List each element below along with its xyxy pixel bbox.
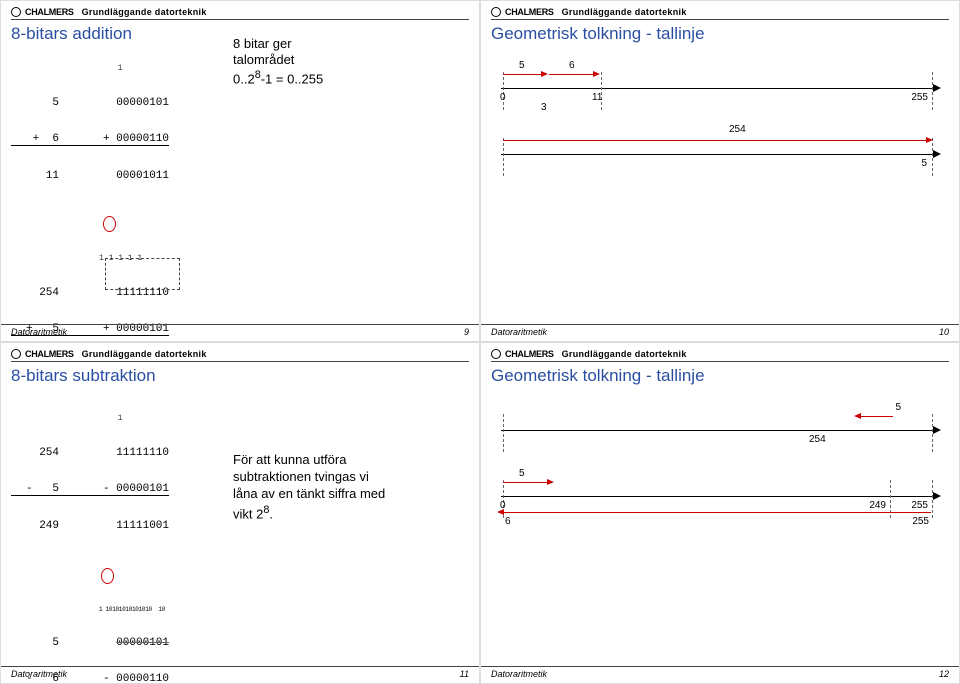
slide-10: CHALMERS Grundläggande datorteknik Geome… bbox=[480, 0, 960, 342]
nl-axis bbox=[501, 430, 935, 431]
logo-ring-icon bbox=[11, 7, 21, 17]
slide-footer: Datoraritmetik 9 bbox=[1, 324, 479, 337]
slide-body: För att kunna utföra subtraktionen tving… bbox=[1, 390, 479, 684]
number-line-1: 0 11 255 5 6 3 bbox=[491, 62, 949, 114]
arrow-right-icon bbox=[933, 150, 941, 158]
logo: CHALMERS bbox=[491, 349, 554, 359]
slide-body: 8 bitar ger talområdet 0..28-1 = 0..255 … bbox=[1, 40, 479, 342]
slide-body: 0 11 255 5 6 3 254 5 bbox=[481, 62, 959, 180]
slide-12: CHALMERS Grundläggande datorteknik Geome… bbox=[480, 342, 960, 684]
range-note: 8 bitar ger talområdet 0..28-1 = 0..255 bbox=[233, 36, 323, 87]
arrow-right-icon bbox=[933, 426, 941, 434]
logo-ring-icon bbox=[491, 349, 501, 359]
course-title: Grundläggande datorteknik bbox=[82, 7, 207, 17]
slide-footer: Datoraritmetik 12 bbox=[481, 666, 959, 679]
page-number: 10 bbox=[939, 327, 949, 337]
header-rule bbox=[11, 19, 469, 20]
page-number: 11 bbox=[460, 669, 469, 679]
arrow-right-icon bbox=[933, 84, 941, 92]
number-line-1: 254 5 bbox=[491, 404, 949, 456]
arc-arrow-left-icon bbox=[854, 413, 861, 419]
slide-title: Geometrisk tolkning - tallinje bbox=[491, 24, 949, 44]
arc-arrow-icon bbox=[926, 137, 933, 143]
slide-title: 8-bitars subtraktion bbox=[11, 366, 469, 386]
slide-header: CHALMERS Grundläggande datorteknik bbox=[1, 1, 479, 19]
number-line-2: 254 5 bbox=[491, 128, 949, 180]
header-rule bbox=[11, 361, 469, 362]
logo-ring-icon bbox=[491, 7, 501, 17]
footer-label: Datoraritmetik bbox=[491, 669, 547, 679]
logo-text: CHALMERS bbox=[505, 7, 554, 17]
slide-footer: Datoraritmetik 11 bbox=[1, 666, 479, 679]
logo-text: CHALMERS bbox=[25, 7, 74, 17]
slide-11: CHALMERS Grundläggande datorteknik 8-bit… bbox=[0, 342, 480, 684]
logo: CHALMERS bbox=[11, 7, 74, 17]
footer-label: Datoraritmetik bbox=[491, 327, 547, 337]
result-dashbox bbox=[105, 258, 180, 290]
slide-body: 254 5 0 249 255 5 6 255 bbox=[481, 404, 959, 522]
slide-header: CHALMERS Grundläggande datorteknik bbox=[481, 1, 959, 19]
arc-arrow-icon bbox=[547, 479, 554, 485]
arc-arrow-left-icon bbox=[497, 509, 504, 515]
footer-label: Datoraritmetik bbox=[11, 669, 67, 679]
header-rule bbox=[491, 19, 949, 20]
page-number: 12 bbox=[939, 669, 949, 679]
header-rule bbox=[491, 361, 949, 362]
borrow-circle-icon bbox=[101, 568, 114, 584]
logo: CHALMERS bbox=[11, 349, 74, 359]
logo-text: CHALMERS bbox=[25, 349, 74, 359]
logo-text: CHALMERS bbox=[505, 349, 554, 359]
slide-header: CHALMERS Grundläggande datorteknik bbox=[481, 343, 959, 361]
nl-axis bbox=[501, 496, 935, 497]
slide-footer: Datoraritmetik 10 bbox=[481, 324, 959, 337]
number-line-2: 0 249 255 5 6 255 bbox=[491, 470, 949, 522]
borrow-explain: För att kunna utföra subtraktionen tving… bbox=[233, 452, 385, 523]
footer-label: Datoraritmetik bbox=[11, 327, 67, 337]
arc-arrow-icon bbox=[541, 71, 548, 77]
nl-axis bbox=[501, 88, 935, 89]
course-title: Grundläggande datorteknik bbox=[562, 7, 687, 17]
course-title: Grundläggande datorteknik bbox=[82, 349, 207, 359]
course-title: Grundläggande datorteknik bbox=[562, 349, 687, 359]
arc-arrow-icon bbox=[593, 71, 600, 77]
logo-ring-icon bbox=[11, 349, 21, 359]
slide-header: CHALMERS Grundläggande datorteknik bbox=[1, 343, 479, 361]
page-number: 9 bbox=[464, 327, 469, 337]
arrow-right-icon bbox=[933, 492, 941, 500]
slide-title: Geometrisk tolkning - tallinje bbox=[491, 366, 949, 386]
logo: CHALMERS bbox=[491, 7, 554, 17]
carry-circle-icon bbox=[103, 216, 116, 232]
slide-9: CHALMERS Grundläggande datorteknik 8-bit… bbox=[0, 0, 480, 342]
nl-axis bbox=[501, 154, 935, 155]
